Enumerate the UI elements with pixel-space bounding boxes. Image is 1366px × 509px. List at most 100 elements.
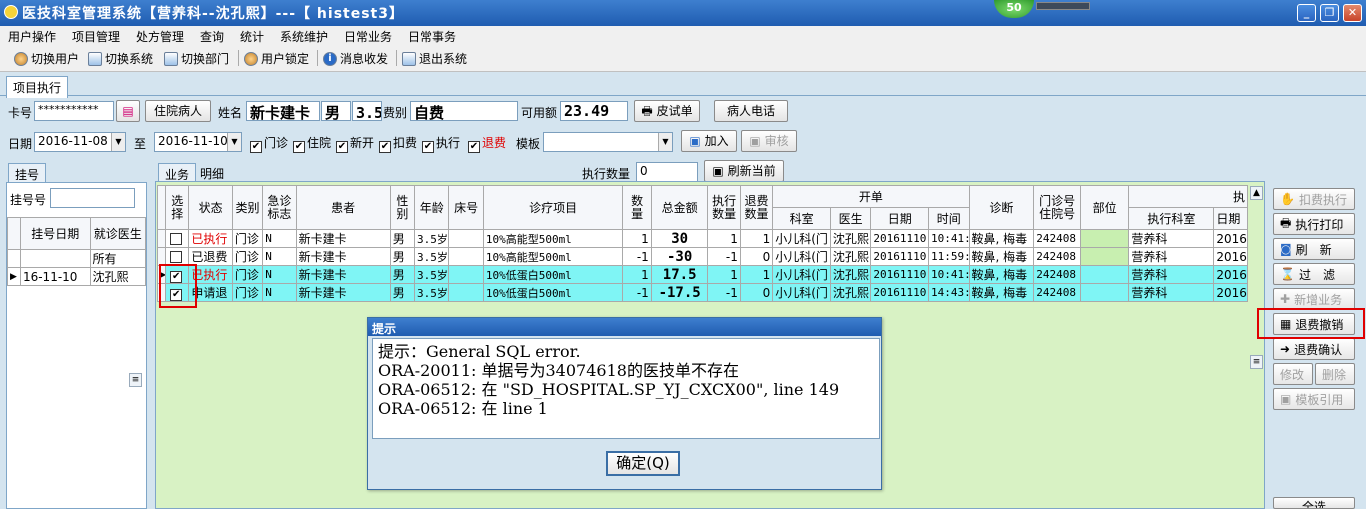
balance-field: 23.49	[560, 101, 628, 121]
cell-urgent: N	[262, 265, 297, 284]
lock-user-button[interactable]: 用户锁定	[244, 50, 309, 67]
age-field: 3.5岁	[352, 101, 382, 121]
check-new[interactable]: ✔ 新开	[336, 134, 374, 153]
close-button[interactable]: ✕	[1343, 4, 1362, 22]
menu-system-maint[interactable]: 系统维护	[280, 28, 328, 45]
table-row[interactable]: 已执行 门诊 N 新卡建卡男 3.5岁 10%高能型500ml 1 30 1 1 小儿科(门 沈孔熙 2…	[156, 229, 1248, 248]
menu-statistics[interactable]: 统计	[240, 28, 264, 45]
cell-item: 10%低蛋白500ml	[482, 265, 624, 284]
table-row[interactable]: ▶ ✔ 已执行 门诊 N 新卡建卡男 3.5岁 10%低蛋白500ml 1 17.5 1 1 小儿科(门…	[156, 265, 1248, 284]
refund-confirm-button[interactable]: ➜ 退费确认	[1273, 338, 1355, 360]
reg-no-label: 挂号号	[10, 193, 47, 207]
table-row[interactable]: 所有	[7, 249, 147, 268]
arrow-icon: ➜	[1280, 342, 1291, 356]
printer-icon: 🖶	[1280, 215, 1292, 230]
messages-button[interactable]: i 消息收发	[323, 50, 388, 67]
dropdown-arrow-icon[interactable]: ▼	[227, 133, 241, 151]
filter-button[interactable]: ⌛ 过 滤	[1273, 263, 1355, 285]
table-header: 执	[1128, 185, 1248, 208]
fee-label: 费别	[383, 106, 408, 120]
template-ref-button[interactable]: ▣ 模板引用	[1273, 388, 1355, 410]
switch-user-button[interactable]: 切换用户	[14, 50, 79, 67]
patient-phone-button[interactable]: 病人电话	[714, 100, 788, 122]
check-outpatient[interactable]: ✔ 门诊	[250, 134, 288, 153]
user-lock-icon	[244, 51, 258, 66]
menu-query[interactable]: 查询	[200, 28, 224, 45]
table-row[interactable]: ✔ 申请退 门诊 N 新卡建卡男 3.5岁 10%低蛋白500ml -1 -17.5 -1 0 小儿科…	[156, 283, 1248, 302]
template-icon: ▣	[1280, 392, 1292, 406]
tab-project-exec[interactable]: 项目执行	[6, 76, 69, 98]
cell-time: 10:41:	[928, 229, 970, 248]
table-header: 开单	[772, 185, 970, 208]
table-header: 部位	[1079, 185, 1130, 230]
scroll-up-icon[interactable]: ▲	[1250, 186, 1263, 200]
skin-test-button[interactable]: 🖶 皮试单	[634, 100, 700, 122]
execute-print-button[interactable]: 🖶 执行打印	[1273, 213, 1355, 235]
cell-sex: 男	[389, 283, 416, 302]
review-button[interactable]: ▣ 审核	[741, 130, 797, 152]
fee-type-field: 自费	[410, 101, 518, 121]
checkbox-icon: ✔	[250, 141, 262, 153]
cell-age: 3.5岁	[414, 283, 450, 302]
exit-system-button[interactable]: 退出系统	[402, 50, 467, 67]
switch-system-button[interactable]: 切换系统	[88, 50, 153, 67]
table-header: 选择	[165, 185, 190, 230]
row-checkbox[interactable]	[165, 247, 190, 266]
exec-qty-input[interactable]: 0	[636, 162, 698, 182]
deduct-execute-button[interactable]: ✋ 扣费执行	[1273, 188, 1355, 210]
reg-no-input[interactable]	[50, 188, 135, 208]
cell-sex: 男	[389, 229, 416, 248]
table-header: 诊疗项目	[482, 185, 624, 230]
menu-prescription-mgmt[interactable]: 处方管理	[136, 28, 184, 45]
date-to-picker[interactable]: 2016-11-10 ▼	[154, 132, 242, 152]
menu-project-mgmt[interactable]: 项目管理	[72, 28, 120, 45]
check-refund[interactable]: ✔ 退费	[468, 134, 506, 153]
template-select[interactable]: ▼	[543, 132, 673, 152]
cell-type: 门诊	[231, 283, 264, 302]
cell-exec: 1	[707, 229, 741, 248]
splitter-handle[interactable]: ≡	[129, 373, 142, 387]
menu-user-ops[interactable]: 用户操作	[8, 28, 56, 45]
inpatient-button[interactable]: 住院病人	[145, 100, 211, 122]
minimize-button[interactable]: _	[1297, 4, 1316, 22]
refresh-icon: ▣	[712, 164, 728, 178]
tab-detail[interactable]: 明细	[200, 165, 224, 182]
table-header: 就诊医生	[89, 217, 147, 250]
restore-button[interactable]: ❐	[1320, 4, 1339, 22]
window-title: 医技科室管理系统【营养科--沈孔熙】---【 histest3】	[22, 6, 404, 22]
cell-patient: 新卡建卡	[295, 247, 391, 266]
table-header: 日期	[1213, 207, 1248, 230]
cell-exec-date: 2016	[1213, 265, 1248, 284]
app-icon	[4, 5, 18, 19]
balance-label: 可用额	[521, 106, 558, 120]
select-all-button[interactable]: 全选	[1273, 497, 1355, 509]
switch-dept-button[interactable]: 切换部门	[164, 50, 229, 67]
dropdown-arrow-icon[interactable]: ▼	[658, 133, 672, 151]
add-button[interactable]: ▣ 加入	[681, 130, 737, 152]
check-inpatient[interactable]: ✔ 住院	[293, 134, 331, 153]
delete-button[interactable]: 删除	[1315, 363, 1355, 385]
card-reader-button[interactable]: ▤	[116, 100, 140, 122]
refresh-button[interactable]: ◙ 刷 新	[1273, 238, 1355, 260]
date-from-picker[interactable]: 2016-11-08 ▼	[34, 132, 126, 152]
cell-time: 14:43:	[928, 283, 970, 302]
ok-button[interactable]: 确定(Q)	[606, 451, 680, 476]
edit-button[interactable]: 修改	[1273, 363, 1313, 385]
cell-exec-dept: 营养科	[1128, 229, 1215, 248]
card-input[interactable]: ***********	[34, 101, 114, 121]
check-deduct[interactable]: ✔ 扣费	[379, 134, 417, 153]
row-checkbox[interactable]	[165, 229, 190, 248]
check-execute[interactable]: ✔ 执行	[422, 134, 460, 153]
hand-icon: ✋	[1280, 192, 1295, 206]
table-row[interactable]: ▶ 16-11-10 沈孔熙	[7, 267, 147, 286]
dropdown-arrow-icon[interactable]: ▼	[111, 133, 125, 151]
registration-table: 挂号日期 就诊医生 所有 ▶ 16-11-10 沈孔熙	[7, 217, 147, 286]
menu-daily-affairs[interactable]: 日常事务	[408, 28, 456, 45]
cell-item: 10%高能型500ml	[482, 229, 624, 248]
splitter-handle[interactable]: ≡	[1250, 355, 1263, 369]
refresh-current-button[interactable]: ▣ 刷新当前	[704, 160, 784, 182]
menu-daily-business[interactable]: 日常业务	[344, 28, 392, 45]
cell-diag: 鞍鼻, 梅毒	[968, 229, 1035, 248]
table-row[interactable]: 已退费 门诊 N 新卡建卡男 3.5岁 10%高能型500ml -1 -30 -1 0 小儿科(门沈…	[156, 247, 1248, 266]
add-business-button[interactable]: ✚ 新增业务	[1273, 288, 1355, 310]
